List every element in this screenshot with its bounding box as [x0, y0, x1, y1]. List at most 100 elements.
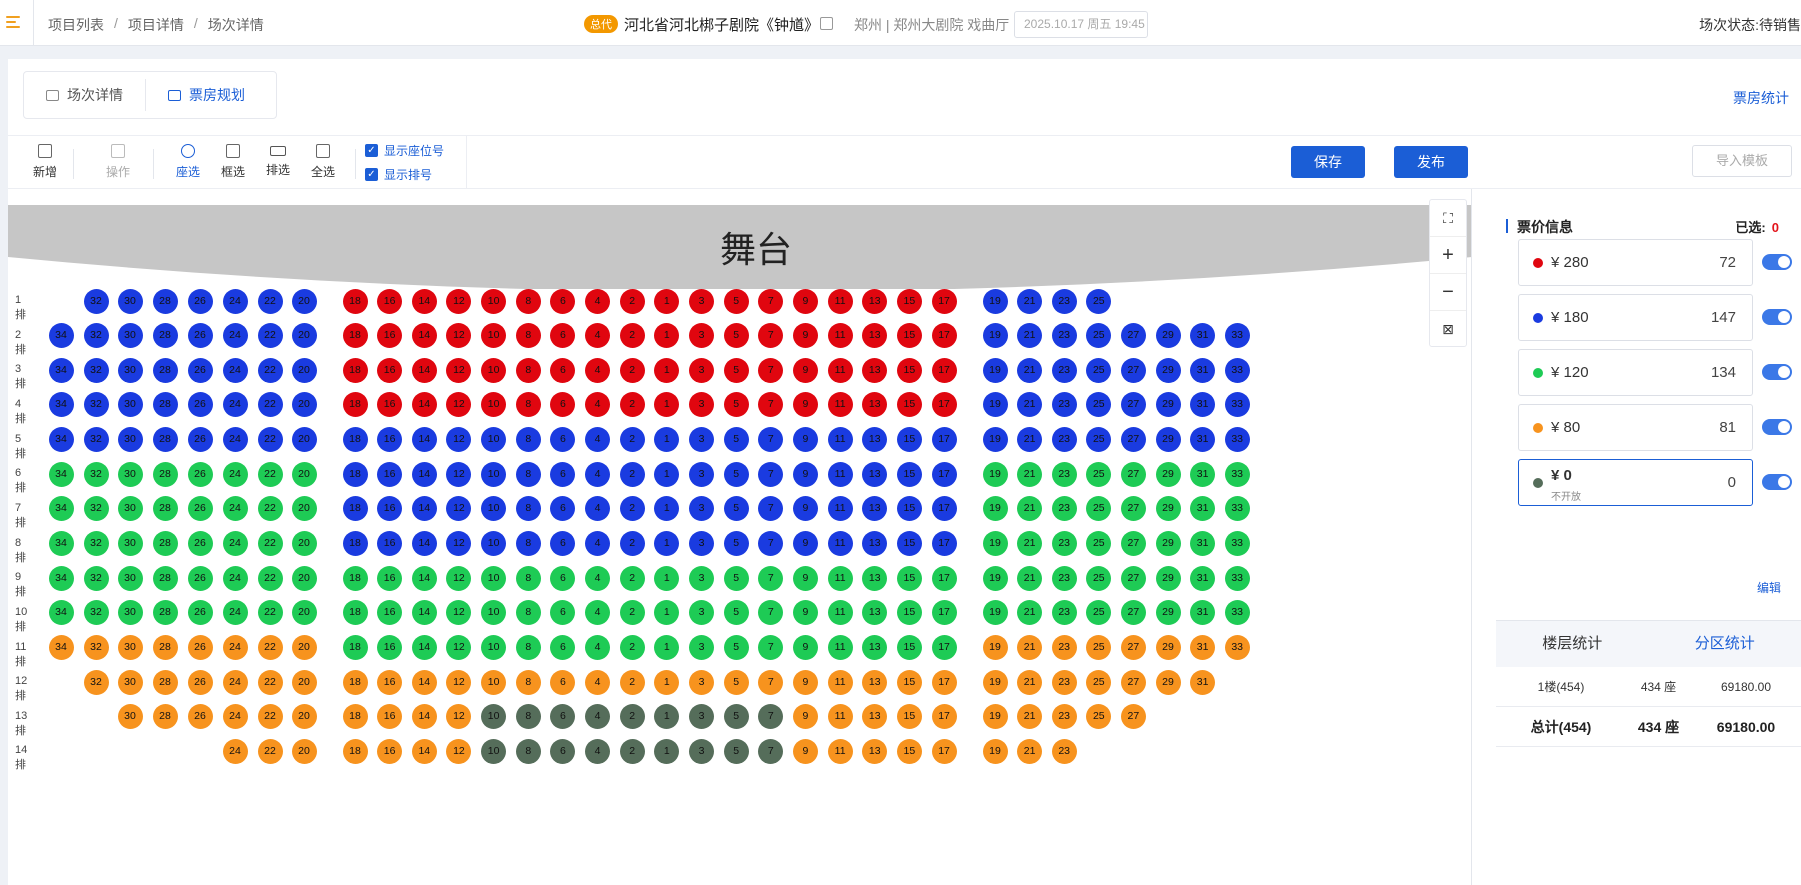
seat[interactable]: 1 [654, 669, 680, 695]
seat[interactable]: 31 [1190, 427, 1216, 453]
seat[interactable]: 32 [83, 600, 109, 626]
seat[interactable]: 18 [342, 357, 368, 383]
seat[interactable]: 16 [377, 635, 403, 660]
seat[interactable]: 1 [654, 392, 680, 418]
seat[interactable]: 3 [689, 704, 714, 730]
seat[interactable]: 13 [862, 704, 888, 730]
seat[interactable]: 18 [342, 288, 368, 314]
seat[interactable]: 10 [481, 565, 507, 591]
seat[interactable]: 27 [1120, 496, 1146, 522]
seat[interactable]: 7 [758, 496, 784, 522]
seat[interactable]: 7 [758, 565, 784, 591]
seat[interactable]: 17 [931, 461, 957, 487]
seat[interactable]: 9 [792, 565, 818, 591]
seat[interactable]: 17 [931, 531, 957, 557]
seat[interactable]: 30 [117, 704, 143, 730]
seat[interactable]: 21 [1017, 496, 1043, 522]
seat[interactable]: 23 [1051, 565, 1077, 591]
seat[interactable]: 27 [1120, 427, 1146, 453]
seat[interactable]: 19 [982, 323, 1008, 349]
price-enable-toggle[interactable] [1762, 254, 1792, 270]
seat[interactable]: 30 [117, 565, 143, 591]
edit-prices-link[interactable]: 编辑 [1757, 579, 1781, 596]
seat[interactable]: 33 [1224, 461, 1250, 487]
seat[interactable]: 13 [862, 531, 888, 557]
seat[interactable]: 1 [654, 288, 680, 314]
seat[interactable]: 24 [222, 357, 248, 383]
copy-icon[interactable] [820, 17, 833, 30]
seat[interactable]: 4 [585, 288, 611, 314]
seat[interactable]: 34 [48, 357, 74, 383]
seat[interactable]: 5 [723, 704, 749, 730]
seat[interactable]: 17 [931, 357, 957, 383]
seat[interactable]: 19 [982, 427, 1008, 453]
seat[interactable]: 17 [931, 288, 957, 314]
seat[interactable]: 11 [827, 531, 853, 557]
seat[interactable]: 33 [1224, 531, 1250, 557]
seat[interactable]: 12 [446, 565, 472, 591]
seat[interactable]: 12 [446, 600, 472, 626]
seat[interactable]: 15 [896, 392, 922, 418]
add-tool[interactable]: 新增 [25, 144, 65, 180]
seat[interactable]: 26 [187, 461, 213, 487]
seat[interactable]: 26 [187, 288, 213, 314]
seat[interactable]: 30 [117, 323, 143, 349]
seat[interactable]: 31 [1190, 496, 1216, 522]
seat[interactable]: 20 [291, 392, 317, 418]
seat[interactable]: 16 [377, 738, 403, 764]
seat[interactable]: 15 [896, 288, 922, 314]
box-select-tool[interactable]: 框选 [213, 144, 253, 180]
seat[interactable]: 6 [550, 738, 576, 764]
price-item[interactable]: ¥ 180 147 [1518, 294, 1753, 341]
seat[interactable]: 28 [152, 392, 178, 418]
seat[interactable]: 5 [723, 565, 749, 591]
seat[interactable]: 14 [411, 669, 437, 695]
seat[interactable]: 25 [1086, 461, 1112, 487]
seat[interactable]: 31 [1190, 392, 1216, 418]
seat[interactable]: 22 [257, 357, 283, 383]
seat[interactable]: 2 [619, 427, 645, 453]
seat[interactable]: 34 [48, 496, 74, 522]
seat[interactable]: 19 [982, 704, 1008, 730]
seat[interactable]: 28 [152, 600, 178, 626]
save-button[interactable]: 保存 [1291, 146, 1365, 178]
seat[interactable]: 1 [654, 704, 680, 730]
seat[interactable]: 22 [257, 635, 283, 660]
seat[interactable]: 31 [1190, 531, 1216, 557]
seat[interactable]: 8 [515, 738, 541, 764]
seat[interactable]: 24 [222, 565, 248, 591]
operate-tool[interactable]: 操作 [98, 144, 138, 180]
seat[interactable]: 12 [446, 704, 472, 730]
seat[interactable]: 24 [222, 669, 248, 695]
seat[interactable]: 10 [481, 531, 507, 557]
seat[interactable]: 11 [827, 461, 853, 487]
seat[interactable]: 8 [515, 323, 541, 349]
seat[interactable]: 2 [619, 531, 645, 557]
seat[interactable]: 19 [982, 461, 1008, 487]
price-item[interactable]: ¥ 0 0 不开放 [1518, 459, 1753, 506]
seat[interactable]: 14 [411, 531, 437, 557]
seat[interactable]: 20 [291, 531, 317, 557]
seat[interactable]: 17 [931, 323, 957, 349]
seat[interactable]: 23 [1051, 738, 1077, 764]
tab-floor-stats[interactable]: 楼层统计 [1496, 621, 1649, 667]
seat[interactable]: 11 [827, 496, 853, 522]
seat[interactable]: 16 [377, 461, 403, 487]
seat[interactable]: 25 [1086, 323, 1112, 349]
seat[interactable]: 5 [723, 427, 749, 453]
seat[interactable]: 11 [827, 288, 853, 314]
show-row-number-checkbox[interactable]: ✓ 显示排号 [365, 166, 432, 183]
seat[interactable]: 23 [1051, 288, 1077, 314]
seat[interactable]: 12 [446, 531, 472, 557]
seat[interactable]: 32 [83, 531, 109, 557]
seat[interactable]: 26 [187, 357, 213, 383]
seat[interactable]: 16 [377, 427, 403, 453]
seat[interactable]: 33 [1224, 427, 1250, 453]
seat[interactable]: 22 [257, 392, 283, 418]
seat[interactable]: 19 [982, 669, 1008, 695]
seat[interactable]: 8 [515, 531, 541, 557]
seat[interactable]: 11 [827, 669, 853, 695]
seat[interactable]: 7 [758, 461, 784, 487]
seat[interactable]: 6 [550, 392, 576, 418]
seat[interactable]: 25 [1086, 392, 1112, 418]
